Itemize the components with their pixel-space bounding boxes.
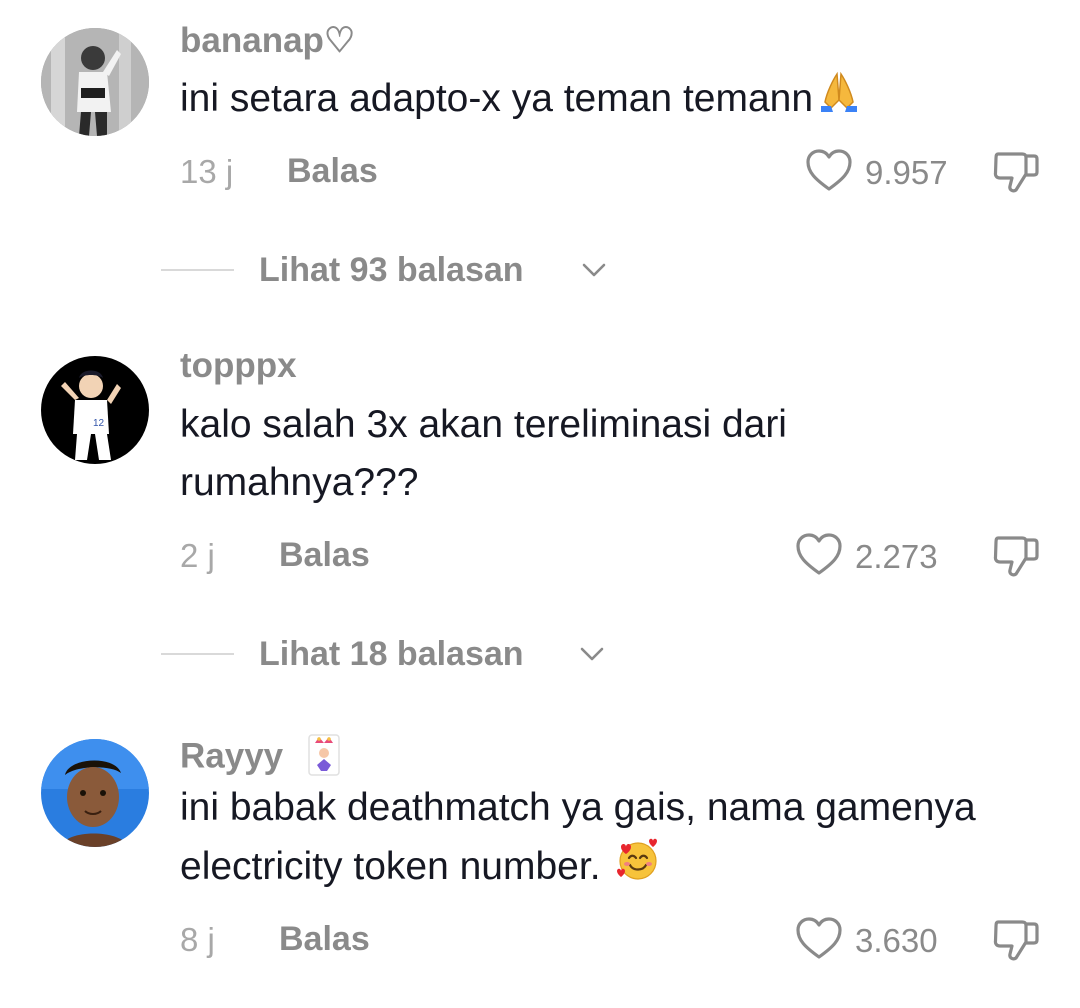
- comment-time: 8 j: [180, 921, 215, 958]
- joker-card-icon: [307, 733, 341, 783]
- comment-username-text: Rayyy: [180, 736, 284, 776]
- avatar[interactable]: [41, 739, 149, 847]
- comment-username[interactable]: Rayyy: [180, 733, 341, 783]
- heart-icon: [796, 917, 842, 959]
- comment-text: ini babak deathmatch ya gais, nama gamen…: [180, 779, 976, 900]
- comment-text-line-wrap: electricity token number.: [180, 837, 976, 900]
- smiling-face-with-hearts-icon: [615, 837, 661, 900]
- like-count: 3.630: [855, 922, 938, 959]
- dislike-button[interactable]: [992, 916, 1040, 964]
- comment-text-line: ini babak deathmatch ya gais, nama gamen…: [180, 786, 976, 829]
- thumbs-down-icon: [993, 920, 1039, 961]
- comment-item: Rayyy ini babak deathmatch ya gais, nama…: [0, 0, 1080, 1008]
- like-button[interactable]: 3.630: [795, 914, 955, 964]
- reply-button[interactable]: Balas: [279, 922, 370, 956]
- comment-text-line: electricity token number.: [180, 844, 601, 888]
